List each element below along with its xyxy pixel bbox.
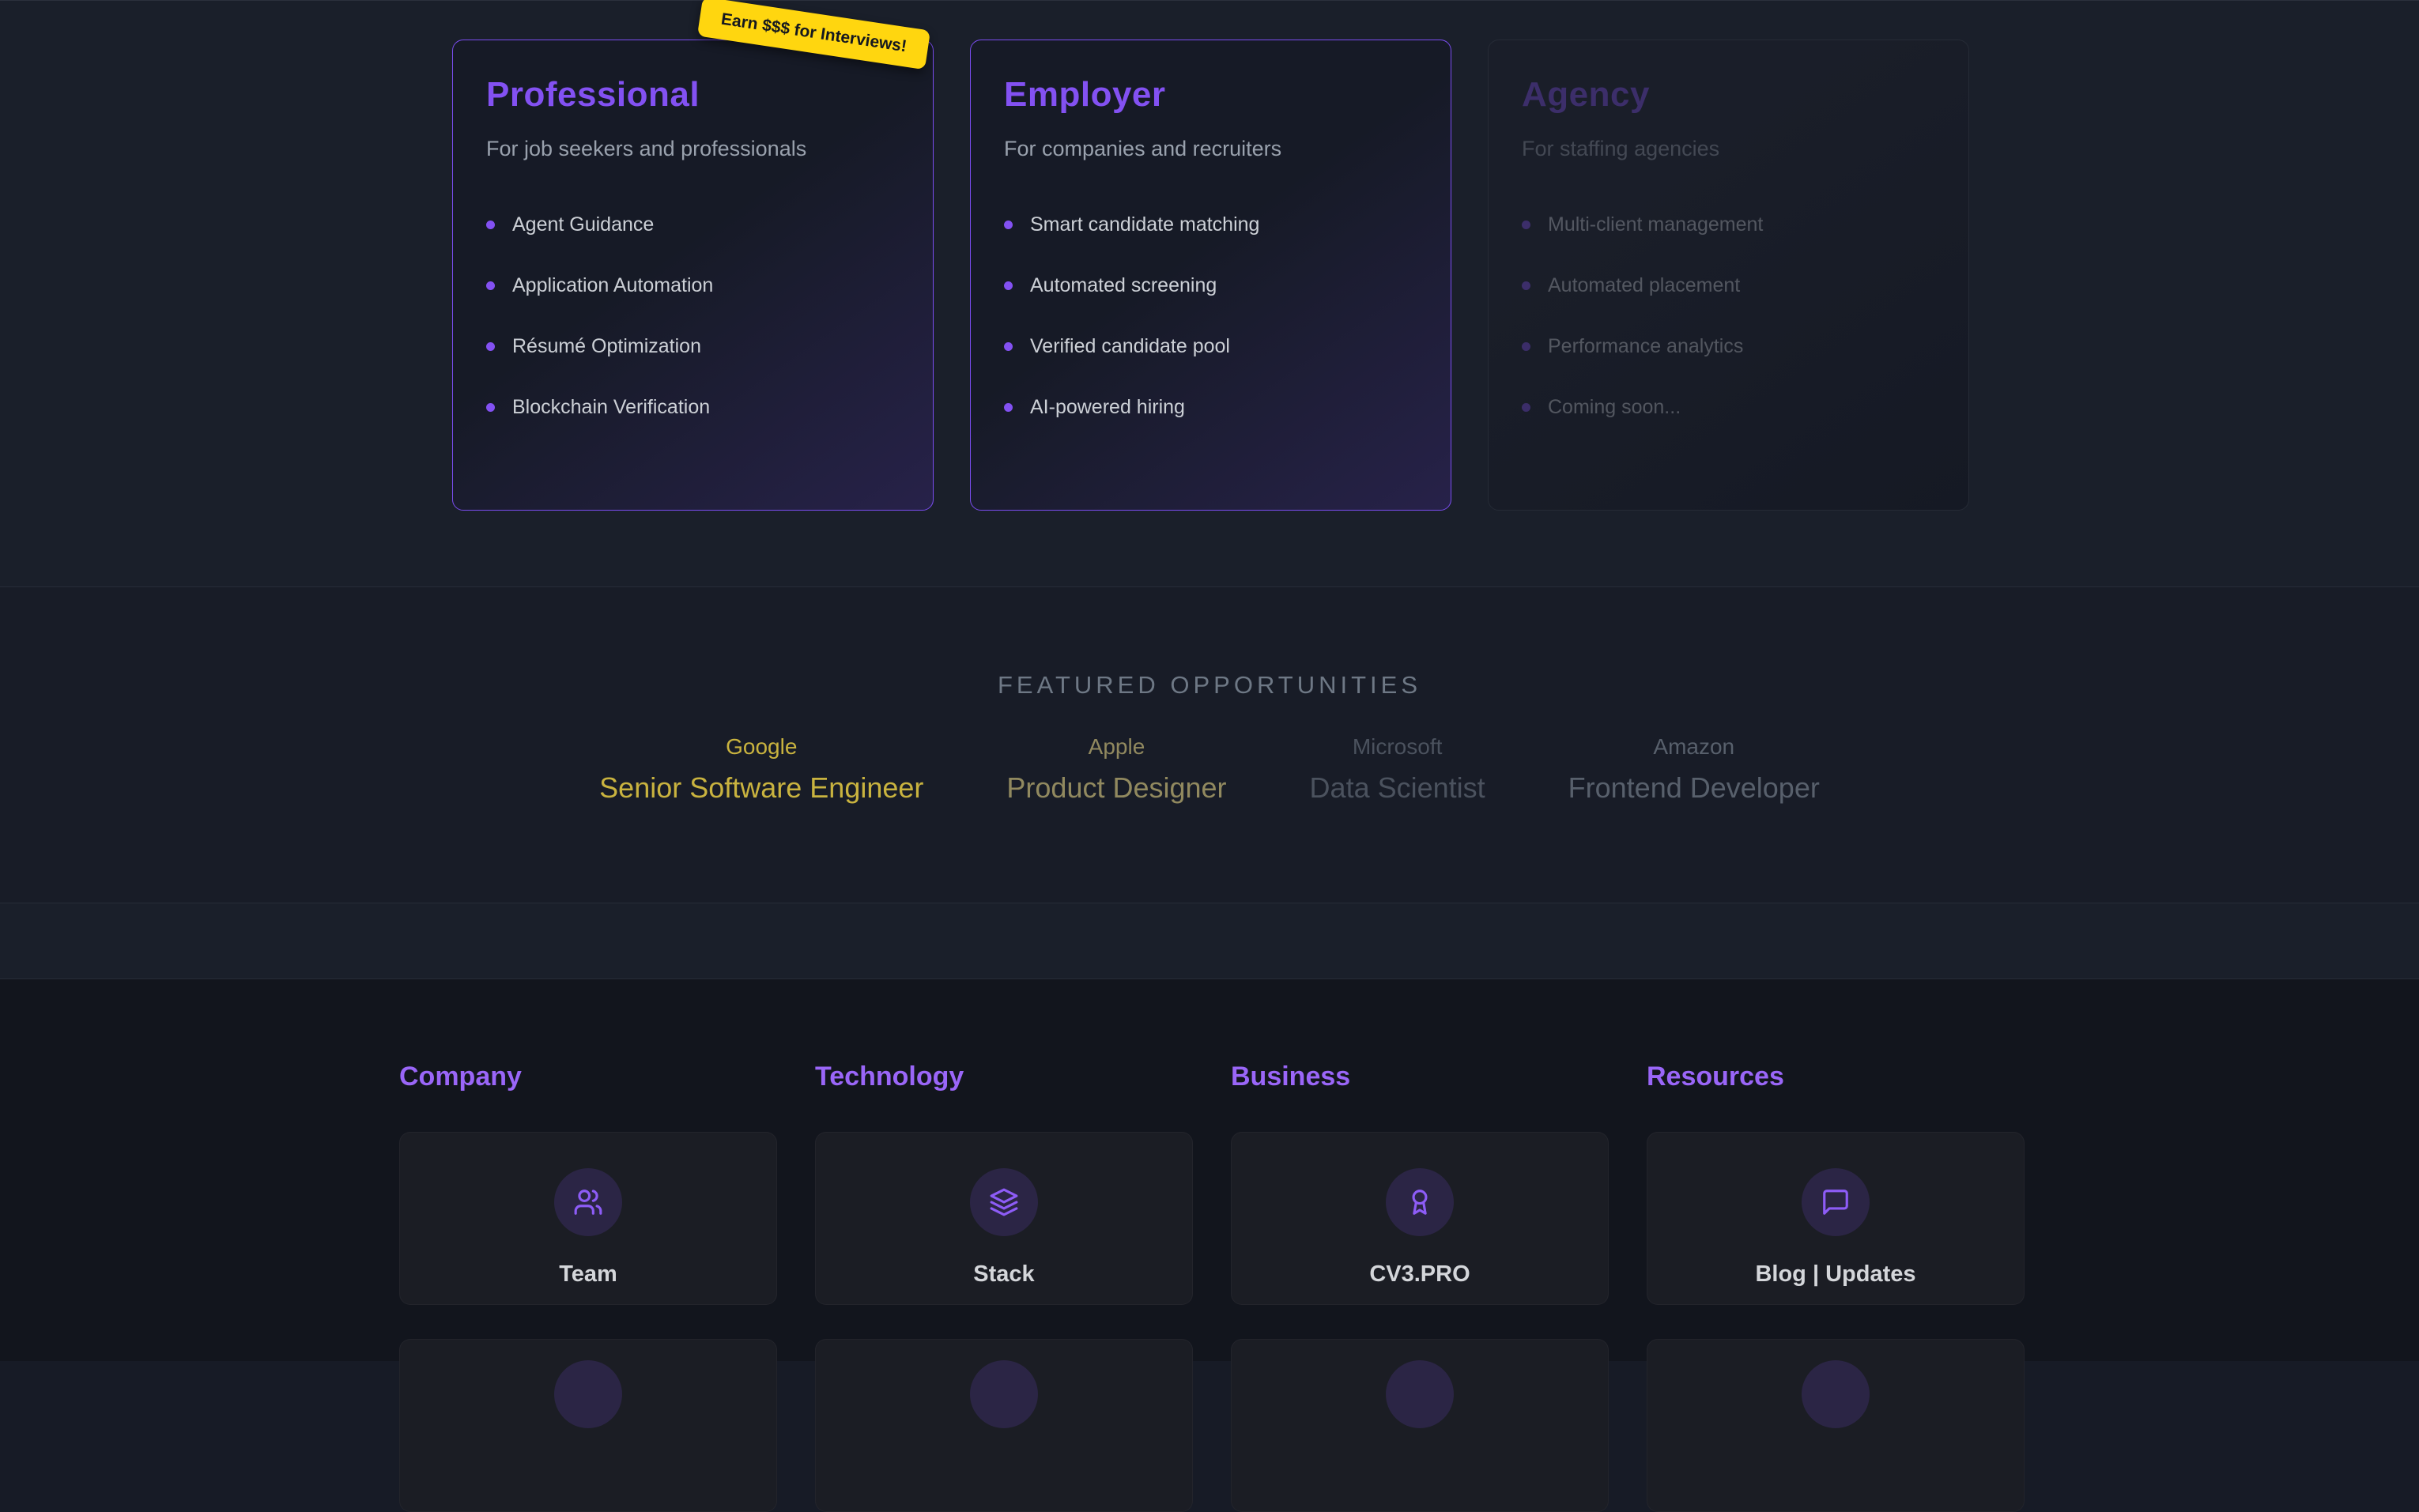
bullet-dot-icon xyxy=(1004,403,1013,412)
footer-heading: Resources xyxy=(1647,1061,2025,1092)
plan-card-agency: Agency For staffing agencies Multi-clien… xyxy=(1488,40,1969,511)
footer-link-card-partial[interactable] xyxy=(1647,1339,2025,1512)
footer-link-label: Team xyxy=(559,1261,617,1288)
footer-link-blog[interactable]: Blog | Updates xyxy=(1647,1132,2025,1305)
bullet-dot-icon xyxy=(486,221,495,229)
plan-feature: Automated screening xyxy=(1004,274,1417,297)
plan-feature: Performance analytics xyxy=(1522,335,1935,358)
footer-column-resources: Resources Blog | Updates xyxy=(1647,1061,2025,1512)
plan-feature: Verified candidate pool xyxy=(1004,335,1417,358)
plan-title: Agency xyxy=(1522,75,1935,115)
plan-feature: AI-powered hiring xyxy=(1004,396,1417,419)
section-divider-strip xyxy=(0,903,2419,979)
job-role: Frontend Developer xyxy=(1568,771,1820,805)
job-role: Data Scientist xyxy=(1310,771,1485,805)
plan-feature: Application Automation xyxy=(486,274,900,297)
plan-feature: Smart candidate matching xyxy=(1004,213,1417,236)
plan-feature: Blockchain Verification xyxy=(486,396,900,419)
bullet-dot-icon xyxy=(1522,403,1530,412)
award-icon xyxy=(1386,1168,1454,1236)
plan-title: Professional xyxy=(486,75,900,115)
plan-feature: Automated placement xyxy=(1522,274,1935,297)
bullet-dot-icon xyxy=(1522,281,1530,290)
plan-subtitle: For job seekers and professionals xyxy=(486,137,900,161)
plan-feature-list: Smart candidate matching Automated scree… xyxy=(1004,213,1417,419)
footer-column-business: Business CV3.PRO xyxy=(1231,1061,1609,1512)
featured-job-apple[interactable]: Apple Product Designer xyxy=(1006,734,1226,805)
footer-heading: Technology xyxy=(815,1061,1193,1092)
job-company: Amazon xyxy=(1568,734,1820,760)
featured-job-google[interactable]: Google Senior Software Engineer xyxy=(599,734,923,805)
footer-link-label: Stack xyxy=(973,1261,1034,1288)
plan-feature: Agent Guidance xyxy=(486,213,900,236)
footer-link-team[interactable]: Team xyxy=(399,1132,777,1305)
plan-card-professional[interactable]: Professional For job seekers and profess… xyxy=(452,40,934,511)
plan-card-employer[interactable]: Employer For companies and recruiters Sm… xyxy=(970,40,1451,511)
bullet-dot-icon xyxy=(486,403,495,412)
plan-feature: Résumé Optimization xyxy=(486,335,900,358)
footer-column-technology: Technology Stack xyxy=(815,1061,1193,1512)
footer-link-card-partial[interactable] xyxy=(399,1339,777,1512)
bullet-dot-icon xyxy=(486,281,495,290)
bullet-dot-icon xyxy=(1522,342,1530,351)
plan-cards-row: Professional For job seekers and profess… xyxy=(452,40,1969,511)
bullet-dot-icon xyxy=(1004,342,1013,351)
bullet-dot-icon xyxy=(486,342,495,351)
featured-job-amazon[interactable]: Amazon Frontend Developer xyxy=(1568,734,1820,805)
plan-title: Employer xyxy=(1004,75,1417,115)
hidden-icon xyxy=(1386,1360,1454,1428)
plan-feature: Multi-client management xyxy=(1522,213,1935,236)
users-icon xyxy=(554,1168,622,1236)
plan-subtitle: For staffing agencies xyxy=(1522,137,1935,161)
hidden-icon xyxy=(1802,1360,1870,1428)
featured-jobs-row: Google Senior Software Engineer Apple Pr… xyxy=(0,734,2419,805)
job-company: Microsoft xyxy=(1310,734,1485,760)
footer-column-company: Company Team xyxy=(399,1061,777,1512)
hidden-icon xyxy=(554,1360,622,1428)
footer-link-cv3pro[interactable]: CV3.PRO xyxy=(1231,1132,1609,1305)
plan-subtitle: For companies and recruiters xyxy=(1004,137,1417,161)
job-company: Google xyxy=(599,734,923,760)
job-role: Senior Software Engineer xyxy=(599,771,923,805)
footer-section: Company Team Technology xyxy=(0,979,2419,1361)
hidden-icon xyxy=(970,1360,1038,1428)
message-icon xyxy=(1802,1168,1870,1236)
job-role: Product Designer xyxy=(1006,771,1226,805)
footer-heading: Business xyxy=(1231,1061,1609,1092)
footer-link-label: Blog | Updates xyxy=(1755,1261,1915,1288)
plan-feature: Coming soon... xyxy=(1522,396,1935,419)
layers-icon xyxy=(970,1168,1038,1236)
footer-heading: Company xyxy=(399,1061,777,1092)
bullet-dot-icon xyxy=(1004,281,1013,290)
footer-link-card-partial[interactable] xyxy=(815,1339,1193,1512)
plans-section: Earn $$$ for Interviews! Professional Fo… xyxy=(0,0,2419,587)
job-company: Apple xyxy=(1006,734,1226,760)
featured-title: FEATURED OPPORTUNITIES xyxy=(0,587,2419,699)
footer-link-stack[interactable]: Stack xyxy=(815,1132,1193,1305)
bullet-dot-icon xyxy=(1004,221,1013,229)
featured-opportunities-section: FEATURED OPPORTUNITIES Google Senior Sof… xyxy=(0,587,2419,903)
bullet-dot-icon xyxy=(1522,221,1530,229)
plan-feature-list: Agent Guidance Application Automation Ré… xyxy=(486,213,900,419)
footer-link-label: CV3.PRO xyxy=(1369,1261,1470,1288)
featured-job-microsoft[interactable]: Microsoft Data Scientist xyxy=(1310,734,1485,805)
footer-link-card-partial[interactable] xyxy=(1231,1339,1609,1512)
footer-columns: Company Team Technology xyxy=(399,1061,2419,1512)
plan-feature-list: Multi-client management Automated placem… xyxy=(1522,213,1935,419)
